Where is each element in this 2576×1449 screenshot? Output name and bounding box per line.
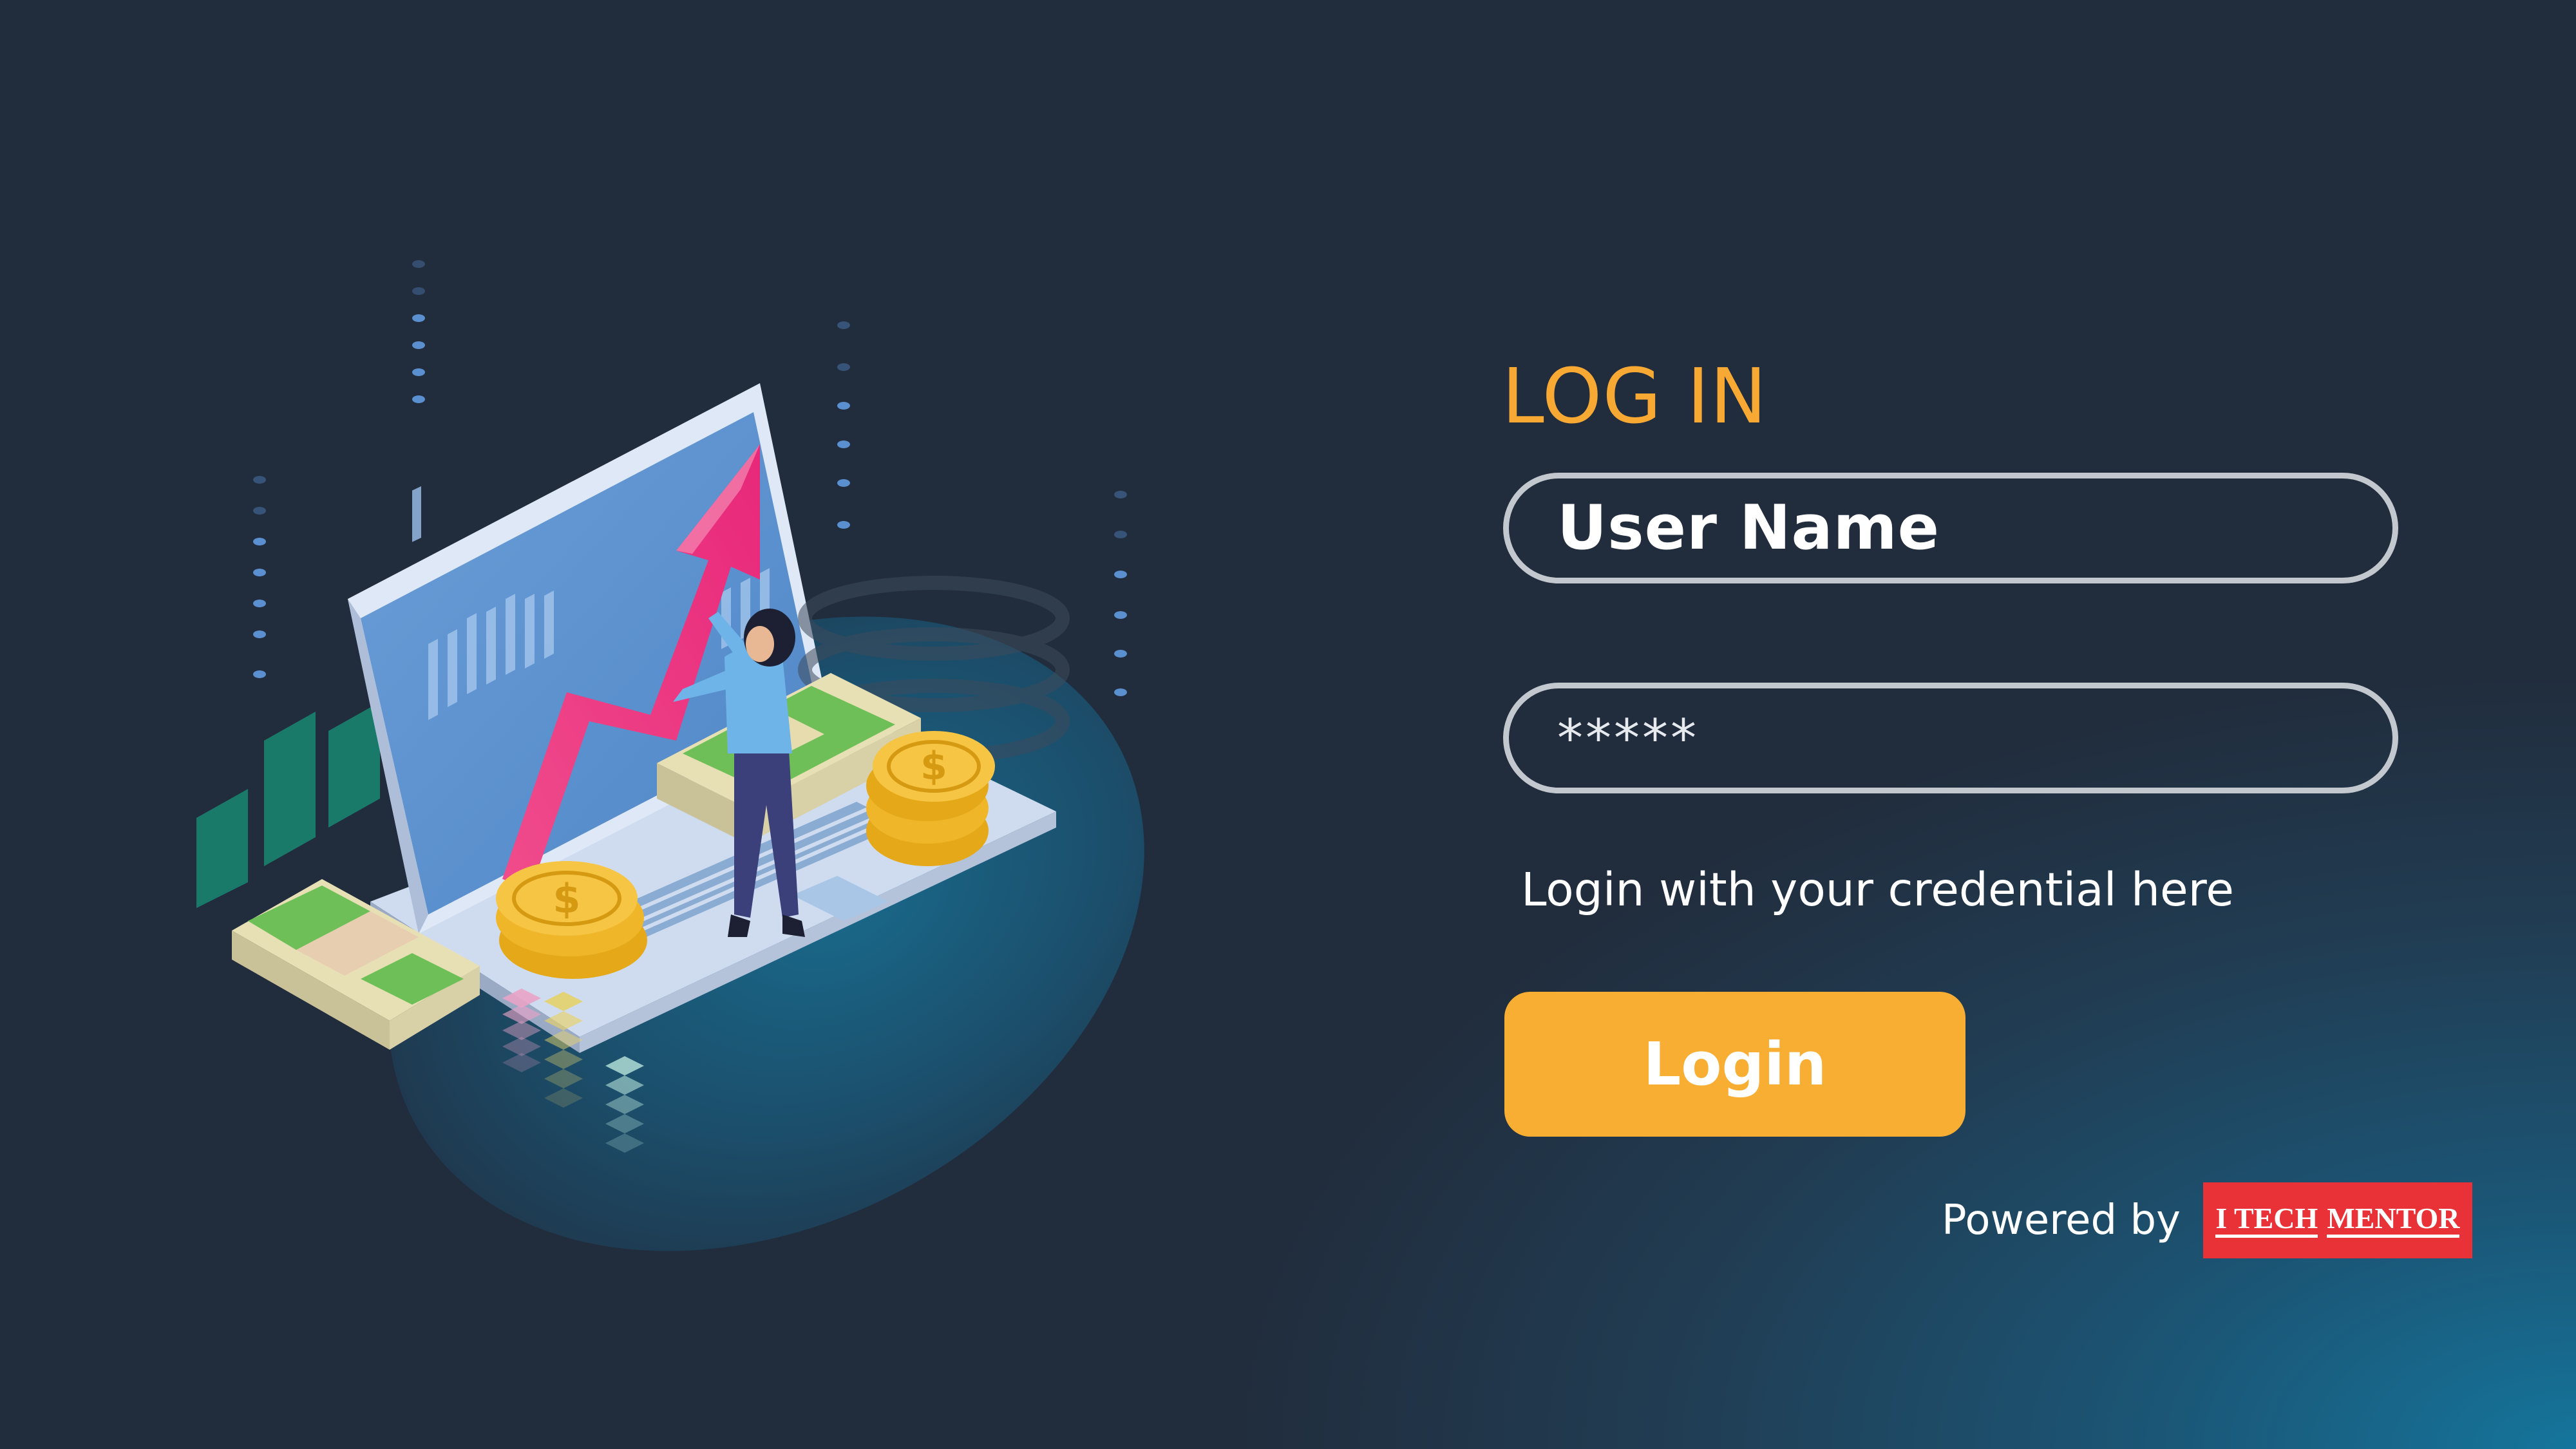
login-page: $ $ LOG IN User Name ***** Login with yo… [0,0,2576,1449]
bar-chart-icon [196,702,380,908]
brand-logo-left: I TECH [2215,1203,2318,1238]
powered-by-text: Powered by [1942,1197,2181,1244]
password-field[interactable]: ***** [1503,683,2398,793]
brand-logo[interactable]: I TECH MENTOR [2202,1182,2472,1258]
login-title: LOG IN [1502,352,1768,440]
finance-illustration: $ $ [196,260,1144,1251]
brand-logo-right: MENTOR [2327,1203,2460,1238]
login-button[interactable]: Login [1504,992,1965,1137]
username-text: User Name [1557,493,1940,564]
login-form: LOG IN User Name ***** Login with your c… [1501,348,2467,1282]
username-field[interactable]: User Name [1503,473,2398,583]
svg-text:$: $ [920,744,947,789]
login-hint: Login with your credential here [1521,863,2234,916]
password-text: ***** [1557,708,1699,768]
powered-by: Powered by I TECH MENTOR [1942,1182,2472,1258]
svg-text:$: $ [553,875,580,922]
